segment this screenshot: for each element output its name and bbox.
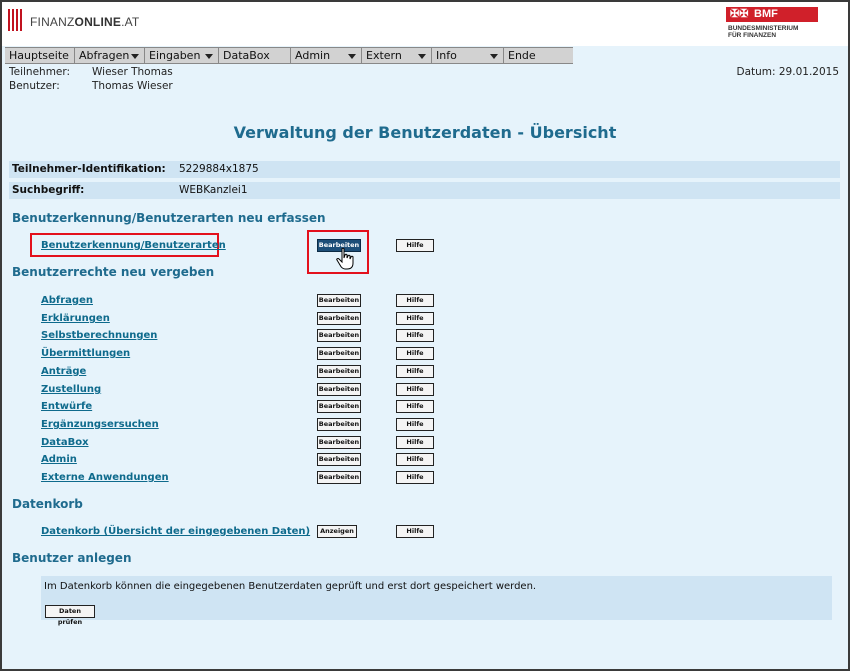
rights-link[interactable]: Ergänzungsersuchen [41, 419, 159, 430]
menu-extern[interactable]: Extern [362, 48, 432, 63]
section-user-types-title: Benutzerkennung/Benutzerarten neu erfass… [12, 211, 326, 225]
app-window: FINANZONLINE.AT ✠✠ BMF BUNDESMINISTERIUM… [0, 0, 850, 671]
check-data-button[interactable]: Daten prüfen [45, 605, 95, 626]
rights-link[interactable]: Zustellung [41, 384, 101, 395]
rights-help-button[interactable]: Hilfe [396, 329, 434, 342]
rights-help-button[interactable]: Hilfe [396, 418, 434, 431]
rights-edit-button[interactable]: Bearbeiten [317, 471, 361, 484]
teilnehmer-label: Teilnehmer: [9, 66, 71, 78]
main-menu: Hauptseite Abfragen Eingaben DataBox Adm… [5, 47, 573, 64]
date-text: Datum: 29.01.2015 [736, 66, 839, 78]
menu-info[interactable]: Info [432, 48, 504, 63]
datenkorb-note: Im Datenkorb können die eingegebenen Ben… [44, 581, 537, 592]
search-term-label: Suchbegriff: [12, 184, 85, 196]
chevron-down-icon [205, 54, 213, 59]
rights-link[interactable]: Entwürfe [41, 401, 92, 412]
header: FINANZONLINE.AT ✠✠ BMF BUNDESMINISTERIUM… [2, 2, 848, 46]
menu-ende[interactable]: Ende [504, 48, 573, 63]
participant-id-row: Teilnehmer-Identifikation: 5229884x1875 [9, 161, 840, 178]
benutzer-value: Thomas Wieser [92, 80, 173, 92]
menu-databox[interactable]: DataBox [219, 48, 291, 63]
rights-help-button[interactable]: Hilfe [396, 294, 434, 307]
rights-help-button[interactable]: Hilfe [396, 347, 434, 360]
participant-id-value: 5229884x1875 [179, 163, 259, 175]
chevron-down-icon [131, 54, 139, 59]
teilnehmer-value: Wieser Thomas [92, 66, 173, 78]
search-term-value: WEBKanzlei1 [179, 184, 248, 196]
rights-edit-button[interactable]: Bearbeiten [317, 453, 361, 466]
datenkorb-link[interactable]: Datenkorb (Übersicht der eingegebenen Da… [41, 526, 310, 537]
menu-admin[interactable]: Admin [291, 48, 362, 63]
rights-edit-button[interactable]: Bearbeiten [317, 383, 361, 396]
menu-hauptseite[interactable]: Hauptseite [5, 48, 75, 63]
help-button[interactable]: Hilfe [396, 239, 434, 252]
rights-help-button[interactable]: Hilfe [396, 383, 434, 396]
rights-help-button[interactable]: Hilfe [396, 471, 434, 484]
rights-edit-button[interactable]: Bearbeiten [317, 400, 361, 413]
rights-link[interactable]: Externe Anwendungen [41, 472, 169, 483]
search-term-row: Suchbegriff: WEBKanzlei1 [9, 182, 840, 199]
datenkorb-help-button[interactable]: Hilfe [396, 525, 434, 538]
page-title: Verwaltung der Benutzerdaten - Übersicht [233, 123, 617, 142]
rights-help-button[interactable]: Hilfe [396, 436, 434, 449]
section-create-user-title: Benutzer anlegen [12, 551, 132, 565]
chevron-down-icon [418, 54, 426, 59]
menu-abfragen[interactable]: Abfragen [75, 48, 145, 63]
menu-eingaben[interactable]: Eingaben [145, 48, 219, 63]
participant-id-label: Teilnehmer-Identifikation: [12, 163, 166, 175]
show-button[interactable]: Anzeigen [317, 525, 357, 538]
bmf-logo: ✠✠ BMF BUNDESMINISTERIUM FÜR FINANZEN [726, 7, 822, 39]
chevron-down-icon [490, 54, 498, 59]
benutzer-label: Benutzer: [9, 80, 60, 92]
rights-edit-button[interactable]: Bearbeiten [317, 365, 361, 378]
rights-help-button[interactable]: Hilfe [396, 453, 434, 466]
rights-link[interactable]: Admin [41, 454, 77, 465]
footer-strip [2, 659, 848, 669]
rights-edit-button[interactable]: Bearbeiten [317, 312, 361, 325]
rights-help-button[interactable]: Hilfe [396, 312, 434, 325]
chevron-down-icon [348, 54, 356, 59]
rights-link[interactable]: Übermittlungen [41, 348, 130, 359]
rights-edit-button[interactable]: Bearbeiten [317, 436, 361, 449]
rights-help-button[interactable]: Hilfe [396, 400, 434, 413]
rights-link[interactable]: Selbstberechnungen [41, 330, 157, 341]
rights-help-button[interactable]: Hilfe [396, 365, 434, 378]
hand-cursor-icon [336, 247, 354, 270]
user-types-link[interactable]: Benutzerkennung/Benutzerarten [41, 240, 226, 251]
rights-link[interactable]: Anträge [41, 366, 86, 377]
rights-link[interactable]: Abfragen [41, 295, 93, 306]
section-user-rights-title: Benutzerrechte neu vergeben [12, 265, 215, 279]
rights-link[interactable]: DataBox [41, 437, 89, 448]
section-datenkorb-title: Datenkorb [12, 497, 83, 511]
create-user-box: Im Datenkorb können die eingegebenen Ben… [41, 576, 832, 626]
user-info: Teilnehmer: Wieser Thomas Benutzer: Thom… [2, 64, 848, 94]
rights-edit-button[interactable]: Bearbeiten [317, 294, 361, 307]
rights-link[interactable]: Erklärungen [41, 313, 110, 324]
rights-edit-button[interactable]: Bearbeiten [317, 329, 361, 342]
rights-edit-button[interactable]: Bearbeiten [317, 347, 361, 360]
eagle-icon: ✠✠ [730, 8, 749, 20]
rights-edit-button[interactable]: Bearbeiten [317, 418, 361, 431]
